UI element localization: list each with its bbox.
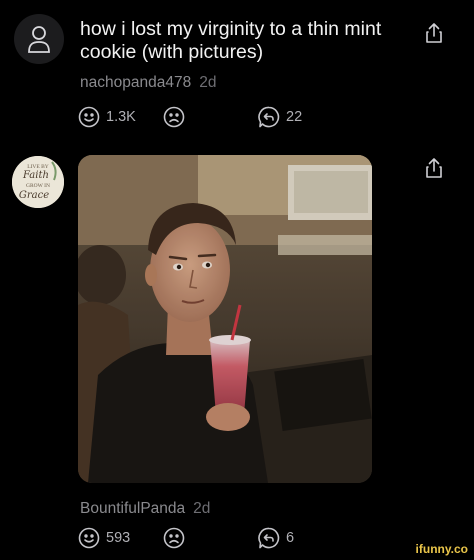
reply-post: LIVE BY Faith GROW IN Grace BountifulPan… (0, 0, 474, 560)
action-bar: 593 6 (78, 527, 318, 551)
reply-meta: BountifulPanda 2d (80, 500, 210, 518)
dislike-button[interactable] (163, 527, 185, 549)
frown-icon (163, 527, 185, 549)
photo-illustration (78, 155, 372, 483)
author-name[interactable]: BountifulPanda (80, 500, 185, 517)
smile-icon (78, 527, 100, 549)
reply-image[interactable] (78, 155, 372, 483)
like-button[interactable]: 593 (78, 527, 130, 549)
watermark: ifunny.co (415, 542, 468, 556)
reply-age: 2d (193, 500, 211, 517)
like-count: 593 (106, 530, 131, 546)
reply-button[interactable]: 6 (258, 527, 294, 549)
share-icon[interactable] (424, 157, 444, 179)
reply-icon (258, 527, 280, 549)
avatar-line-3: GROW IN (26, 183, 50, 189)
avatar-image: LIVE BY Faith GROW IN Grace (12, 156, 64, 208)
comment-count: 6 (286, 530, 295, 546)
avatar-line-4: Grace (19, 190, 49, 201)
avatar[interactable]: LIVE BY Faith GROW IN Grace (12, 156, 64, 208)
avatar-line-2: Faith (22, 170, 49, 181)
